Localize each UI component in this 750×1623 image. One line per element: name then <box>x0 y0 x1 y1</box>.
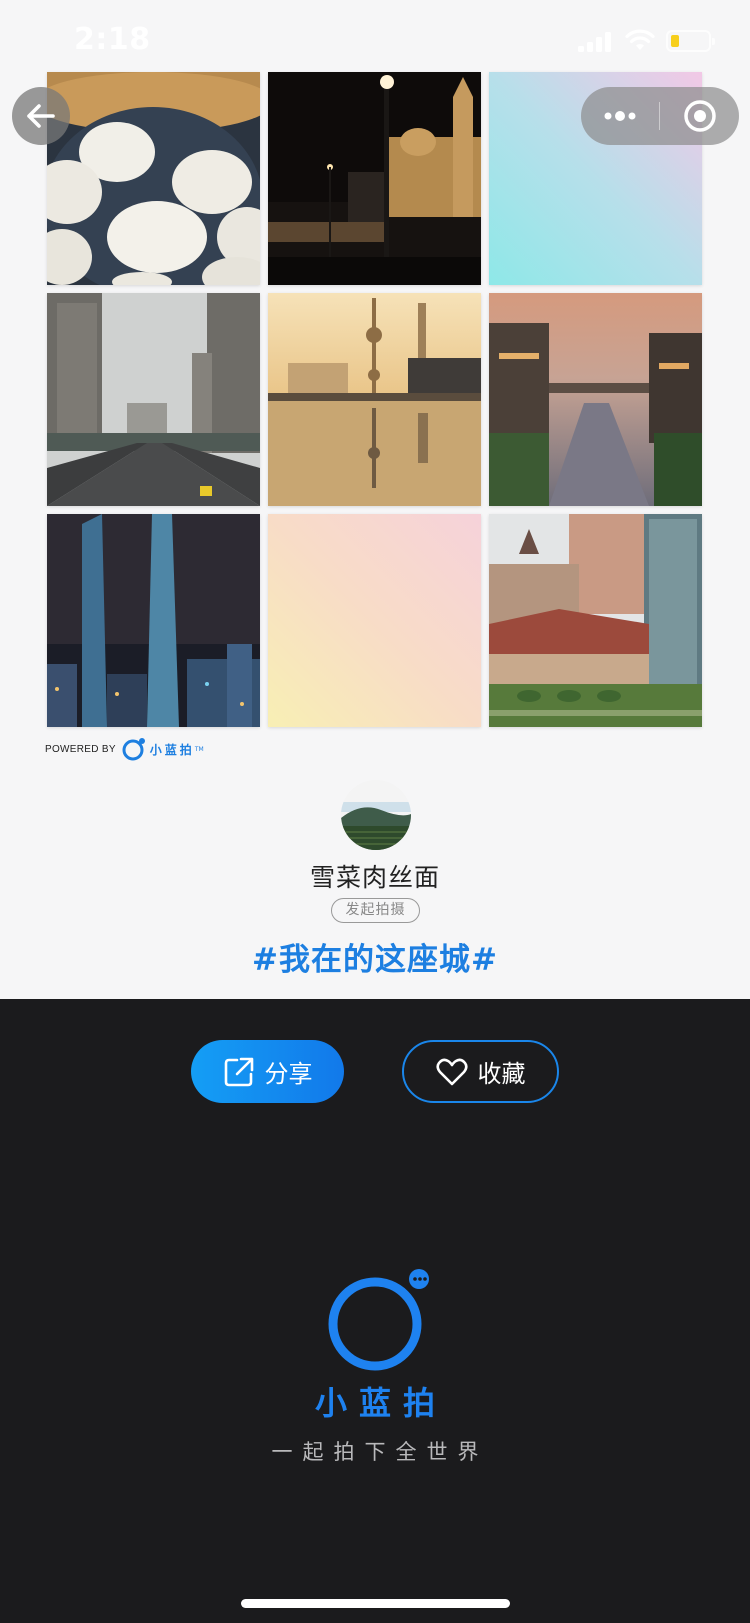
photo-pearl-tower[interactable] <box>268 293 481 506</box>
cellular-signal-icon <box>578 32 614 52</box>
home-indicator <box>241 1599 510 1608</box>
heart-outline-icon <box>435 1058 468 1085</box>
powered-by-label: POWERED BY <box>45 743 116 755</box>
arrow-left-icon <box>27 104 55 128</box>
photo-grid <box>47 72 703 728</box>
more-dots-icon <box>604 111 636 121</box>
close-miniprogram-button[interactable] <box>660 87 739 145</box>
brand-slogan: 一起拍下全世界 <box>271 1440 489 1464</box>
wifi-icon <box>625 29 655 50</box>
favorite-label: 收藏 <box>477 1060 526 1088</box>
powered-by: POWERED BY 小蓝拍 TM <box>45 736 204 762</box>
initiator-tag: 发起拍摄 <box>331 898 420 923</box>
brand-logo-icon <box>328 1269 429 1371</box>
photo-villa-garden[interactable] <box>489 514 702 727</box>
photo-lujiazui-night[interactable] <box>47 514 260 727</box>
battery-icon <box>666 30 715 52</box>
photo-city-highway[interactable] <box>47 293 260 506</box>
trademark-mark: TM <box>194 745 204 753</box>
target-circle-icon <box>683 100 716 132</box>
photo-soup-dumplings[interactable] <box>47 72 260 285</box>
miniprogram-capsule <box>581 87 739 145</box>
brand-ring-icon <box>122 738 145 761</box>
back-button[interactable] <box>12 87 70 145</box>
status-bar: 2:18 <box>0 0 750 80</box>
share-external-icon <box>224 1057 253 1086</box>
photo-bund-night[interactable] <box>268 72 481 285</box>
photo-water-town[interactable] <box>489 293 702 506</box>
powered-by-brand: 小蓝拍 <box>149 742 195 757</box>
share-button[interactable]: 分享 <box>191 1040 344 1103</box>
photo-warm-gradient[interactable] <box>268 514 481 727</box>
share-label: 分享 <box>264 1060 313 1088</box>
favorite-button[interactable]: 收藏 <box>402 1040 559 1103</box>
brand-name: 小蓝拍 <box>314 1384 447 1422</box>
status-time: 2:18 <box>74 22 151 57</box>
avatar[interactable] <box>341 780 411 850</box>
topic-hashtag[interactable]: #我在的这座城# <box>0 934 750 979</box>
author-name: 雪菜肉丝面 <box>309 863 440 892</box>
more-button[interactable] <box>581 87 659 145</box>
